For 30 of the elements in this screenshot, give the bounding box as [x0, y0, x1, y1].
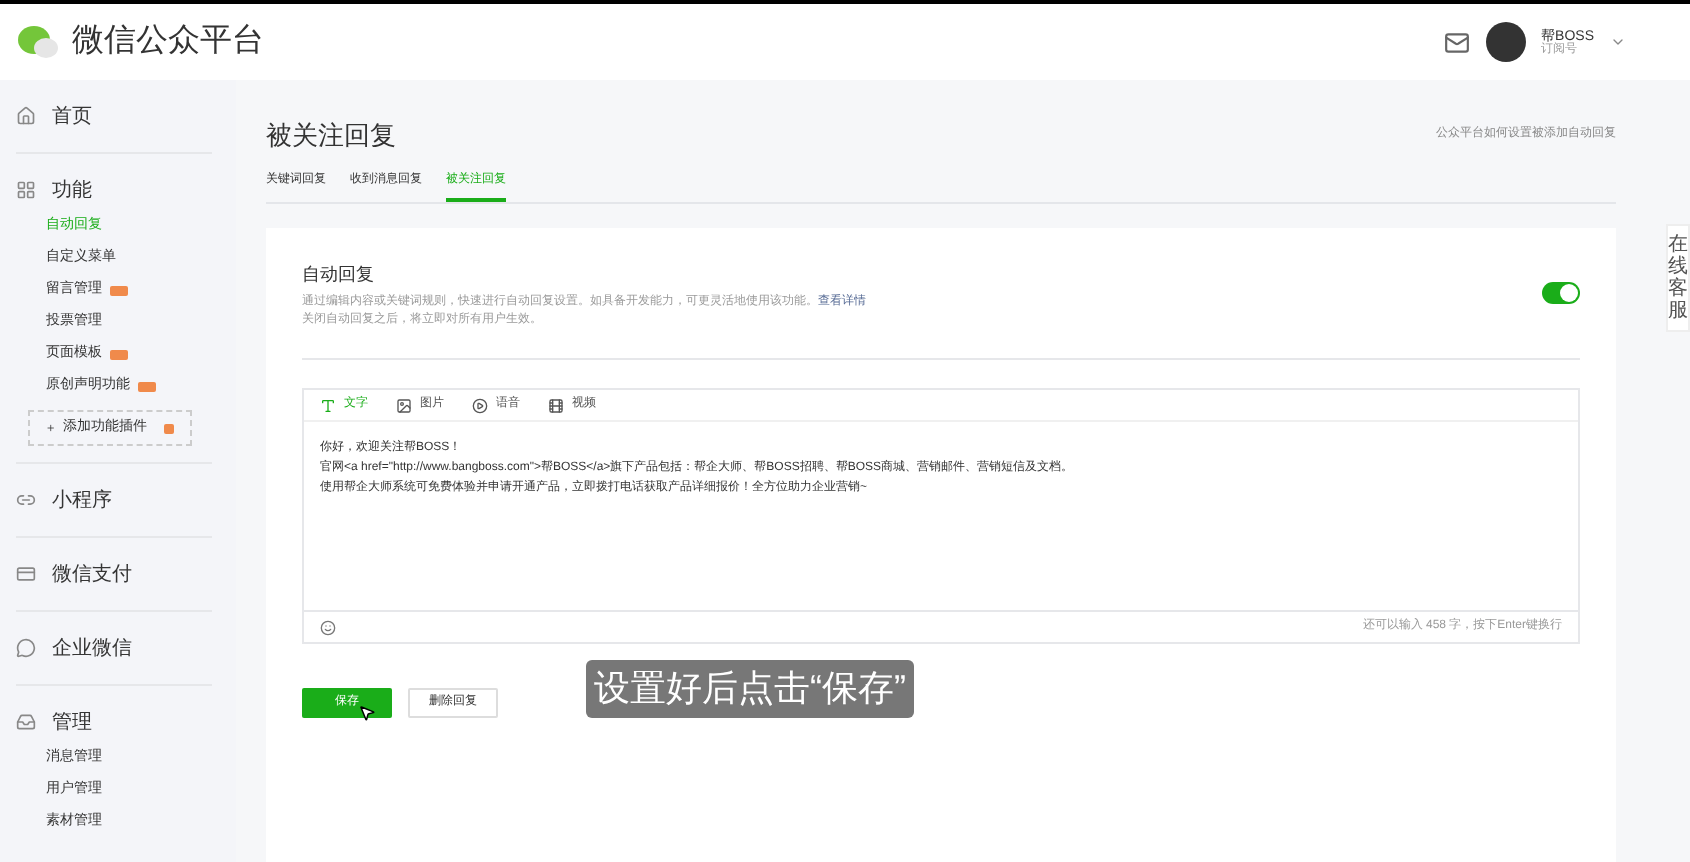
voice-icon — [472, 397, 488, 413]
home-icon — [16, 106, 36, 126]
page-title: 被关注回复 — [266, 118, 396, 154]
sidebar-section[interactable]: 管理 — [52, 707, 92, 737]
chat-icon — [16, 638, 36, 658]
toggle-switch[interactable] — [1542, 281, 1580, 303]
grid-icon — [16, 180, 36, 200]
section-title: 自动回复 — [302, 261, 376, 287]
caption-text: 设置好后点击“保存” — [594, 668, 906, 708]
brand-title: 微信公众平台 — [72, 22, 264, 62]
side-tab-label: 在线客服 — [1668, 234, 1688, 322]
cursor-icon — [358, 704, 376, 722]
sidebar-section[interactable]: 微信支付 — [52, 559, 132, 589]
plus-icon — [46, 420, 56, 436]
pay-icon — [16, 564, 36, 584]
video-icon — [548, 397, 564, 413]
text-icon — [320, 397, 336, 413]
emoji-icon[interactable] — [320, 619, 336, 635]
sidebar-section[interactable]: 功能 — [52, 175, 92, 205]
caret-icon[interactable] — [1610, 34, 1626, 50]
sidebar-section[interactable]: 首页 — [52, 101, 92, 131]
sidebar-section[interactable]: 小程序 — [52, 485, 112, 515]
chat-bubbles-icon — [16, 24, 60, 60]
sidebar-section[interactable]: 企业微信 — [52, 633, 132, 663]
mail-icon[interactable] — [1443, 29, 1470, 55]
link-icon — [16, 490, 36, 510]
image-icon — [396, 397, 412, 413]
avatar[interactable] — [1485, 22, 1526, 62]
box-icon — [16, 712, 36, 732]
side-tab[interactable]: 在线客服 — [1666, 224, 1690, 332]
